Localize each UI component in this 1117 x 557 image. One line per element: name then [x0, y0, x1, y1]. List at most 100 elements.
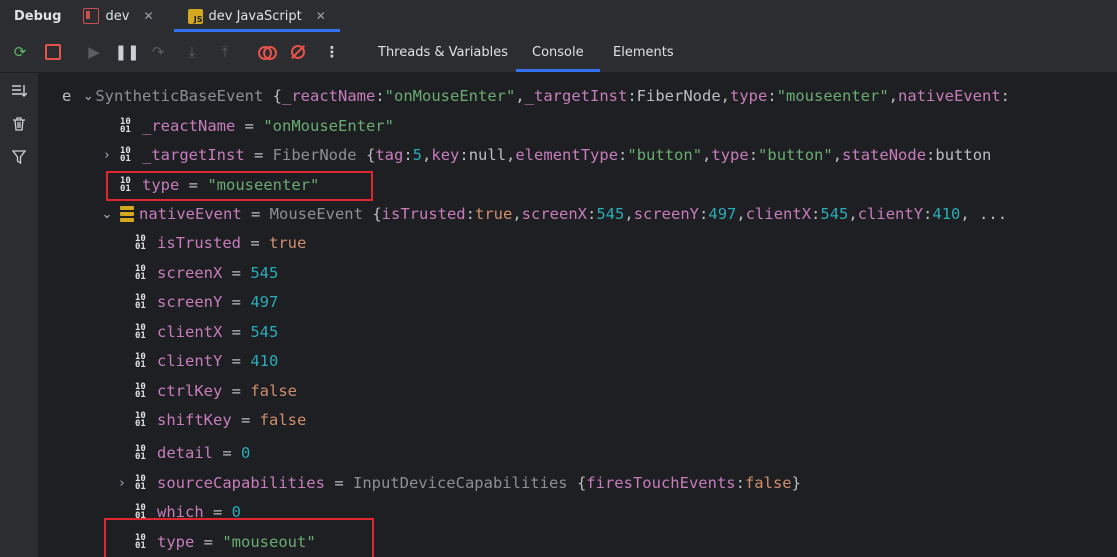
preview-key: tag	[375, 146, 404, 164]
tab-threads-variables[interactable]: Threads & Variables	[378, 32, 508, 72]
preview-key: clientX	[745, 205, 812, 223]
preview-value: 5	[412, 146, 423, 164]
debug-toolbar: ⟳ ▶ ❚❚ ↷ ⤓ ⤒ ⋮ Threads & Variables Conso…	[0, 32, 1117, 73]
run-config-icon	[83, 8, 100, 24]
variable-value: 545	[250, 264, 279, 282]
primitive-value-icon: 10 01	[135, 411, 146, 429]
tab-console[interactable]: Console	[516, 32, 600, 72]
primitive-value-icon: 10 01	[135, 382, 146, 400]
close-icon[interactable]: ✕	[316, 9, 326, 23]
variable-value: "onMouseEnter"	[263, 117, 394, 135]
preview-value: true	[475, 205, 513, 223]
variable-name: detail	[157, 444, 213, 462]
javascript-file-icon: JS	[187, 8, 203, 24]
preview-value: FiberNode	[636, 87, 721, 105]
preview-key: clientY	[857, 205, 924, 223]
variable-name: _targetInst	[142, 146, 245, 164]
highlight-box	[104, 518, 374, 557]
preview-value: 545	[596, 205, 625, 223]
variable-row-target-inst[interactable]: › 10 01 _targetInst = FiberNode { tag: 5,…	[100, 142, 991, 168]
variable-row-is-trusted[interactable]: 10 01 isTrusted = true	[135, 230, 306, 256]
preview-value: 545	[820, 205, 849, 223]
preview-key: stateNode	[842, 146, 927, 164]
chevron-right-icon[interactable]: ›	[115, 476, 129, 491]
variable-type: SyntheticBaseEvent	[95, 87, 264, 105]
variable-name: isTrusted	[157, 234, 241, 252]
preview-key: elementType	[515, 146, 619, 164]
tab-dev-javascript[interactable]: JS dev JavaScript ✕	[173, 0, 341, 32]
more-options-icon[interactable]: ⋮	[322, 42, 342, 62]
step-out-icon[interactable]: ⤒	[215, 42, 235, 62]
step-into-icon[interactable]: ⤓	[182, 42, 202, 62]
variable-row-detail[interactable]: 10 01 detail = 0	[135, 440, 250, 466]
preview-value: 410	[932, 205, 961, 223]
variable-type: FiberNode	[272, 146, 357, 164]
primitive-value-icon: 10 01	[135, 323, 146, 341]
variable-row-client-x[interactable]: 10 01 clientX = 545	[135, 319, 278, 345]
variable-name: sourceCapabilities	[157, 474, 325, 492]
preview-key: type	[730, 87, 768, 105]
preview-ellipsis: , ...	[960, 205, 1008, 223]
view-breakpoints-icon[interactable]	[256, 42, 277, 62]
preview-value: false	[744, 474, 792, 492]
variable-row-react-name[interactable]: 10 01 _reactName = "onMouseEnter"	[120, 113, 394, 139]
variable-row-screen-x[interactable]: 10 01 screenX = 545	[135, 260, 278, 286]
variable-value: 410	[250, 352, 279, 370]
resume-icon[interactable]: ▶	[84, 42, 104, 62]
preview-key: key	[431, 146, 460, 164]
preview-key: _reactName	[282, 87, 376, 105]
highlight-box	[106, 171, 373, 201]
variable-row-ctrl-key[interactable]: 10 01 ctrlKey = false	[135, 378, 297, 404]
step-over-icon[interactable]: ↷	[148, 42, 168, 62]
object-icon	[120, 206, 134, 222]
tab-elements[interactable]: Elements	[613, 32, 674, 72]
preview-key: isTrusted	[381, 205, 466, 223]
rerun-icon[interactable]: ⟳	[10, 42, 30, 62]
primitive-value-icon: 10 01	[120, 146, 131, 164]
variable-name: ctrlKey	[157, 382, 223, 400]
mute-breakpoints-icon[interactable]	[288, 42, 308, 62]
preview-key: type	[711, 146, 749, 164]
tab-dev-javascript-label: dev JavaScript	[208, 8, 302, 24]
variable-name: clientX	[157, 323, 223, 341]
variable-value: 497	[250, 293, 279, 311]
preview-value: "button"	[627, 146, 703, 164]
chevron-down-icon[interactable]: ⌄	[100, 207, 114, 222]
chevron-down-icon[interactable]: ⌄	[81, 89, 95, 104]
tab-dev[interactable]: dev ✕	[75, 0, 167, 32]
primitive-value-icon: 10 01	[135, 444, 146, 462]
variable-row-shift-key[interactable]: 10 01 shiftKey = false	[135, 407, 306, 433]
variable-row-native-event[interactable]: ⌄ nativeEvent = MouseEvent { isTrusted: …	[100, 201, 1008, 227]
preview-value: 497	[708, 205, 737, 223]
variable-row-source-capabilities[interactable]: › 10 01 sourceCapabilities = InputDeviceC…	[115, 470, 801, 496]
tool-window-header: Debug dev ✕ JS dev JavaScript ✕	[0, 0, 1117, 32]
close-icon[interactable]: ✕	[143, 9, 153, 23]
variable-type: InputDeviceCapabilities	[352, 474, 568, 492]
scroll-to-end-icon[interactable]	[9, 81, 29, 101]
primitive-value-icon: 10 01	[135, 293, 146, 311]
variable-row-e[interactable]: e ⌄ SyntheticBaseEvent { _reactName: "on…	[62, 83, 1010, 109]
variable-type: MouseEvent	[269, 205, 363, 223]
variable-value: 545	[250, 323, 279, 341]
trash-icon[interactable]	[9, 114, 29, 134]
pause-icon[interactable]: ❚❚	[114, 42, 139, 62]
primitive-value-icon: 10 01	[135, 352, 146, 370]
preview-value: "onMouseEnter"	[384, 87, 516, 105]
chevron-right-icon[interactable]: ›	[100, 148, 114, 163]
preview-value: button	[935, 146, 992, 164]
filter-icon[interactable]	[9, 147, 29, 167]
stop-icon[interactable]	[43, 42, 63, 62]
preview-value: "button"	[758, 146, 833, 164]
variable-row-client-y[interactable]: 10 01 clientY = 410	[135, 348, 278, 374]
preview-key: _targetInst	[524, 87, 628, 105]
variable-value: false	[259, 411, 307, 429]
variable-name: screenX	[157, 264, 223, 282]
variable-name: screenY	[157, 293, 223, 311]
primitive-value-icon: 10 01	[135, 264, 146, 282]
preview-key: screenX	[521, 205, 587, 223]
variable-row-screen-y[interactable]: 10 01 screenY = 497	[135, 289, 278, 315]
console-output: e ⌄ SyntheticBaseEvent { _reactName: "on…	[38, 73, 1117, 557]
primitive-value-icon: 10 01	[135, 474, 146, 492]
variable-name: shiftKey	[157, 411, 232, 429]
primitive-value-icon: 10 01	[120, 117, 131, 135]
